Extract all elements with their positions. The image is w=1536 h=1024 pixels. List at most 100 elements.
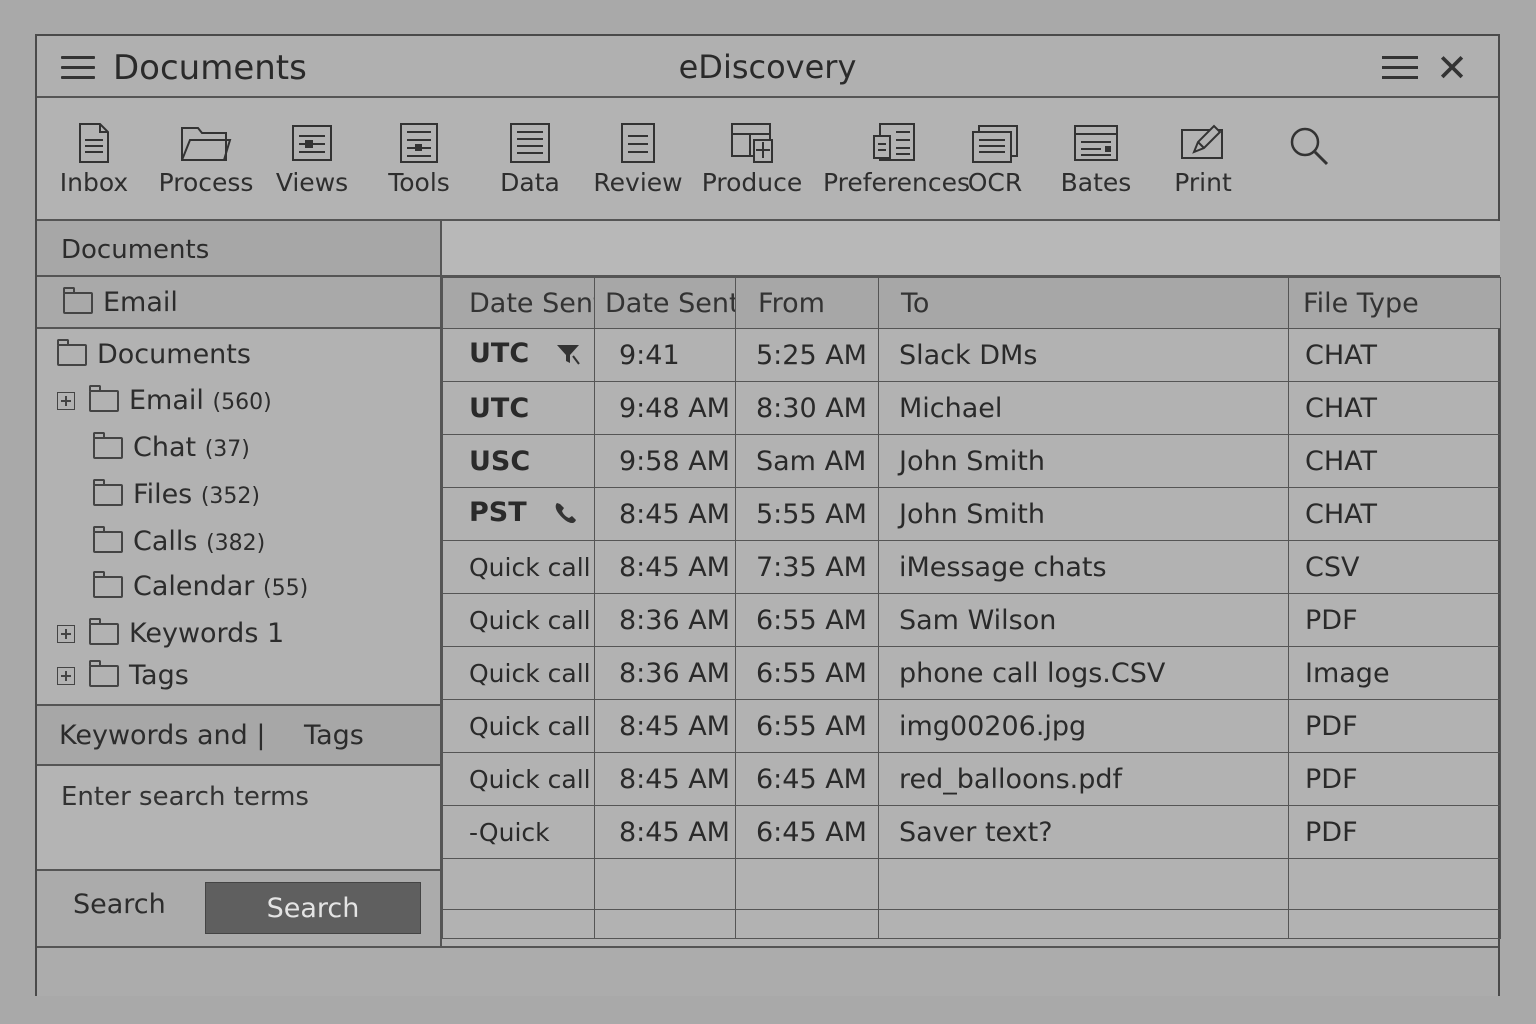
- tree-item-label: Documents: [97, 339, 251, 370]
- preferences-icon: [873, 123, 915, 161]
- cell-file-type: PDF: [1288, 593, 1501, 647]
- cell-from: 8:30 AM: [735, 381, 879, 435]
- tree-item-tags[interactable]: Tags: [57, 660, 189, 691]
- tree-item-documents[interactable]: Documents: [57, 339, 251, 370]
- empty-cell: [594, 858, 736, 910]
- table-row-empty: [442, 858, 1501, 910]
- empty-cell: [1288, 909, 1501, 939]
- toolbar-bates-button[interactable]: Bates: [1059, 122, 1133, 197]
- toolbar-review-button[interactable]: Review: [592, 122, 684, 197]
- table-row[interactable]: Quick call 8:45 AM 6:55 AM img00206.jpg …: [442, 699, 1501, 753]
- tree-item-email[interactable]: Email (560): [57, 385, 272, 416]
- column-header-to[interactable]: To: [878, 277, 1289, 329]
- table-row[interactable]: UTC 9:48 AM 8:30 AM Michael CHAT: [442, 381, 1501, 435]
- sidebar-email-label: Email: [103, 287, 178, 318]
- cell-from: 6:45 AM: [735, 752, 879, 806]
- toolbar-produce-button[interactable]: Produce: [701, 122, 803, 197]
- cell-file-type: PDF: [1288, 752, 1501, 806]
- column-header-from[interactable]: From: [735, 277, 879, 329]
- folder-icon: [93, 526, 123, 553]
- cell-date-sent: 8:36 AM: [594, 593, 736, 647]
- toolbar-print-button[interactable]: Print: [1171, 122, 1235, 197]
- folder-icon: [93, 432, 123, 459]
- toolbar-preferences-button[interactable]: Preferences: [823, 122, 971, 197]
- tree-item-label: Calendar: [133, 571, 255, 602]
- toolbar-label: Inbox: [59, 168, 129, 197]
- toolbar-label: Process: [158, 168, 254, 197]
- table-row-empty: [442, 909, 1501, 939]
- table-row[interactable]: Quick call 8:45 AM 7:35 AM iMessage chat…: [442, 540, 1501, 594]
- close-icon[interactable]: ✕: [1436, 49, 1468, 87]
- table-row[interactable]: UTC 9:41 5:25 AM Slack DMs CHAT: [442, 328, 1501, 382]
- cell-date-sent: 9:41: [594, 328, 736, 382]
- empty-cell: [1288, 858, 1501, 910]
- cell-timezone-text: PST: [469, 496, 527, 528]
- toolbar-process-button[interactable]: Process: [157, 122, 255, 197]
- table-row[interactable]: -Quick 8:45 AM 6:45 AM Saver text? PDF: [442, 805, 1501, 859]
- views-icon: [292, 125, 332, 161]
- phone-icon[interactable]: [553, 501, 579, 532]
- bates-icon: [1074, 125, 1118, 161]
- cell-file-type: CHAT: [1288, 434, 1501, 488]
- tag-folder-icon: [89, 660, 119, 687]
- cell-from: 5:55 AM: [735, 487, 879, 541]
- tree-item-count: (560): [212, 390, 272, 415]
- search-input[interactable]: [37, 766, 440, 828]
- table-row[interactable]: Quick call 8:45 AM 6:45 AM red_balloons.…: [442, 752, 1501, 806]
- toolbar-inbox-button[interactable]: Inbox: [59, 122, 129, 197]
- table-row[interactable]: Quick call 8:36 AM 6:55 AM Sam Wilson PD…: [442, 593, 1501, 647]
- tree-item-keywords[interactable]: Keywords 1: [57, 618, 284, 649]
- toolbar-tools-button[interactable]: Tools: [383, 122, 455, 197]
- expand-icon[interactable]: [57, 392, 75, 410]
- column-header-date-sent[interactable]: Date Sent: [442, 277, 595, 329]
- table-row[interactable]: USC 9:58 AM Sam AM John Smith CHAT: [442, 434, 1501, 488]
- list-menu-icon[interactable]: [1382, 56, 1418, 80]
- results-table: Date Sent Date Sent From To File Type UT…: [442, 277, 1501, 939]
- tab-keywords[interactable]: Keywords and |: [59, 720, 265, 751]
- empty-cell: [594, 909, 736, 939]
- tree-item-calendar[interactable]: Calendar (55): [93, 571, 308, 602]
- column-header-date-sent-2[interactable]: Date Sent: [594, 277, 736, 329]
- toolbar-label: Produce: [701, 168, 803, 197]
- cell-date-sent: 8:45 AM: [594, 487, 736, 541]
- cell-to: Saver text?: [878, 805, 1289, 859]
- search-button[interactable]: Search: [205, 882, 421, 934]
- tree-item-calls[interactable]: Calls (382): [93, 526, 265, 557]
- cell-date-sent: 9:48 AM: [594, 381, 736, 435]
- tools-icon: [400, 123, 438, 163]
- tab-tags[interactable]: Tags: [304, 720, 364, 751]
- expand-icon[interactable]: [57, 625, 75, 643]
- status-bar: [37, 946, 1498, 996]
- toolbar-views-button[interactable]: Views: [275, 122, 349, 197]
- cell-subject: Quick call: [442, 593, 595, 647]
- folder-icon: [63, 287, 93, 314]
- toolbar-data-button[interactable]: Data: [497, 122, 563, 197]
- cell-date-sent: 8:45 AM: [594, 752, 736, 806]
- table-row[interactable]: Quick call 8:36 AM 6:55 AM phone call lo…: [442, 646, 1501, 700]
- folder-icon: [57, 339, 87, 366]
- cell-to: Slack DMs: [878, 328, 1289, 382]
- cell-from: 5:25 AM: [735, 328, 879, 382]
- keywords-tags-header: Keywords and | Tags: [37, 704, 440, 766]
- toolbar-search-button[interactable]: [1285, 124, 1333, 168]
- sidebar-email-folder[interactable]: Email: [37, 277, 440, 329]
- tree-item-count: (382): [206, 531, 266, 556]
- tree-item-files[interactable]: Files (352): [93, 479, 260, 510]
- empty-cell: [735, 909, 879, 939]
- table-row[interactable]: PST 8:45 AM 5:55 AM John Smith CHAT: [442, 487, 1501, 541]
- tree-item-chat[interactable]: Chat (37): [93, 432, 250, 463]
- empty-cell: [442, 858, 595, 910]
- column-header-file-type[interactable]: File Type: [1288, 277, 1501, 329]
- cell-from: 6:45 AM: [735, 805, 879, 859]
- folder-icon: [89, 618, 119, 645]
- hamburger-menu-icon[interactable]: [61, 56, 95, 80]
- expand-icon[interactable]: [57, 667, 75, 685]
- cell-file-type: CSV: [1288, 540, 1501, 594]
- filter-icon[interactable]: [555, 342, 581, 373]
- search-label: Search: [73, 889, 166, 920]
- cell-from: 6:55 AM: [735, 646, 879, 700]
- cell-subject: Quick call: [442, 646, 595, 700]
- toolbar-ocr-button[interactable]: OCR: [962, 122, 1028, 197]
- toolbar-label: Preferences: [823, 168, 971, 197]
- tree-item-count: (352): [200, 484, 261, 509]
